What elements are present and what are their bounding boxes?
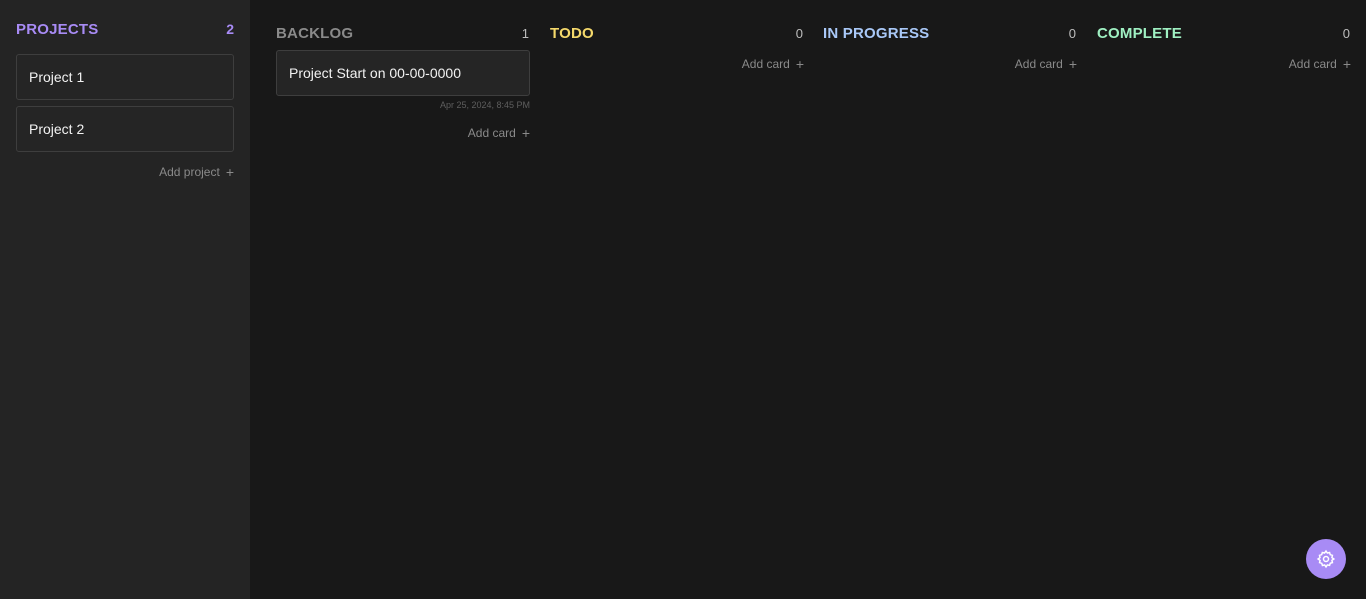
column-header: IN PROGRESS 0 bbox=[823, 23, 1077, 43]
column-header: TODO 0 bbox=[550, 23, 804, 43]
plus-icon: + bbox=[1342, 56, 1351, 72]
projects-sidebar: PROJECTS 2 Project 1 Project 2 Add proje… bbox=[0, 0, 250, 599]
plus-icon: + bbox=[521, 125, 530, 141]
column-title: TODO bbox=[550, 24, 594, 42]
project-list: Project 1 Project 2 bbox=[16, 54, 234, 158]
add-card-button[interactable]: Add card + bbox=[468, 126, 530, 140]
column-title: IN PROGRESS bbox=[823, 24, 930, 42]
add-project-label: Add project bbox=[159, 165, 220, 179]
add-card-button[interactable]: Add card + bbox=[1015, 57, 1077, 71]
card-title: Project Start on 00-00-0000 bbox=[289, 65, 461, 81]
column-count: 1 bbox=[521, 25, 529, 41]
column-title: BACKLOG bbox=[276, 24, 354, 42]
plus-icon: + bbox=[225, 164, 234, 180]
gear-icon bbox=[1316, 549, 1336, 569]
column-header: COMPLETE 0 bbox=[1097, 23, 1351, 43]
add-card-label: Add card bbox=[741, 57, 790, 71]
column-count: 0 bbox=[1342, 25, 1350, 41]
add-card-label: Add card bbox=[1288, 57, 1337, 71]
settings-button[interactable] bbox=[1306, 539, 1346, 579]
project-label: Project 1 bbox=[29, 69, 85, 85]
card-timestamp: Apr 25, 2024, 8:45 PM bbox=[439, 100, 530, 110]
plus-icon: + bbox=[1068, 56, 1077, 72]
column-count: 0 bbox=[795, 25, 803, 41]
card[interactable]: Project Start on 00-00-0000 bbox=[276, 50, 530, 96]
project-label: Project 2 bbox=[29, 121, 85, 137]
plus-icon: + bbox=[795, 56, 804, 72]
add-card-label: Add card bbox=[1014, 57, 1063, 71]
column-count: 0 bbox=[1068, 25, 1076, 41]
add-project-button[interactable]: Add project + bbox=[159, 165, 234, 179]
add-card-label: Add card bbox=[467, 126, 516, 140]
sidebar-title: PROJECTS bbox=[16, 20, 99, 38]
projects-count: 2 bbox=[226, 21, 234, 37]
column-title: COMPLETE bbox=[1097, 24, 1182, 42]
project-item-2[interactable]: Project 2 bbox=[16, 106, 234, 152]
sidebar-header: PROJECTS 2 bbox=[16, 19, 234, 39]
project-item-1[interactable]: Project 1 bbox=[16, 54, 234, 100]
add-card-button[interactable]: Add card + bbox=[742, 57, 804, 71]
add-card-button[interactable]: Add card + bbox=[1289, 57, 1351, 71]
column-header: BACKLOG 1 bbox=[276, 23, 530, 43]
